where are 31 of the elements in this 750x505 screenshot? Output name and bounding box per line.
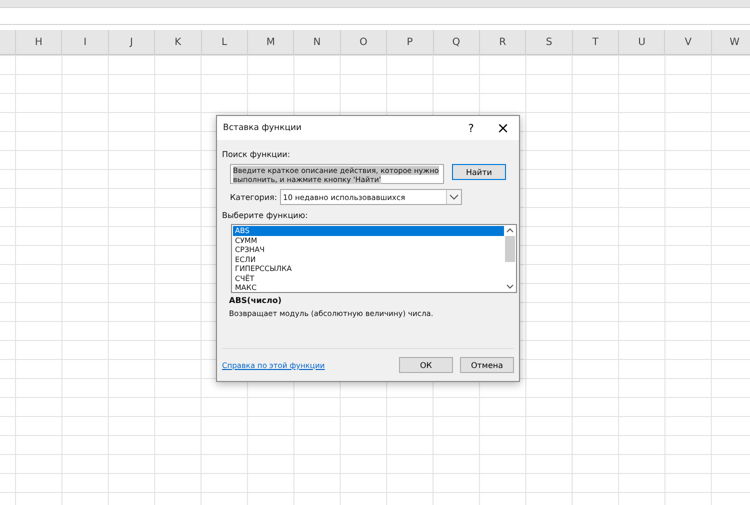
search-label: Поиск функции: <box>222 150 292 159</box>
column-header[interactable]: M <box>248 30 294 54</box>
column-header[interactable]: Q <box>434 30 480 54</box>
column-header[interactable]: U <box>619 30 666 54</box>
column-header[interactable]: O <box>340 30 388 54</box>
cancel-button[interactable]: Отмена <box>460 357 514 373</box>
find-button[interactable]: Найти <box>452 164 506 180</box>
scroll-thumb[interactable] <box>504 236 514 262</box>
column-header[interactable]: I <box>62 30 109 54</box>
column-header[interactable]: K <box>155 30 202 54</box>
column-header[interactable]: W <box>712 30 750 54</box>
ok-button[interactable]: ОК <box>399 357 453 373</box>
column-header[interactable]: H <box>16 30 62 54</box>
column-header[interactable]: L <box>202 30 248 54</box>
column-header[interactable]: R <box>480 30 526 54</box>
category-label: Категория: <box>230 192 278 202</box>
function-signature: ABS(число) <box>229 296 283 305</box>
column-header[interactable]: P <box>387 30 434 54</box>
column-header[interactable]: S <box>526 30 573 54</box>
column-header[interactable]: T <box>572 30 620 54</box>
scroll-down-icon[interactable] <box>504 283 514 291</box>
dialog-title: Вставка функции <box>223 123 303 133</box>
column-header[interactable]: V <box>665 30 712 54</box>
column-header[interactable]: J <box>108 30 156 54</box>
help-button[interactable]: ? <box>455 116 487 140</box>
column-header[interactable]: N <box>294 30 341 54</box>
scroll-up-icon[interactable] <box>504 226 514 234</box>
function-list-label: Выберите функцию: <box>222 211 309 220</box>
close-button[interactable]: × <box>487 116 519 140</box>
scrollbar[interactable] <box>504 226 515 291</box>
chevron-down-icon <box>446 190 462 204</box>
